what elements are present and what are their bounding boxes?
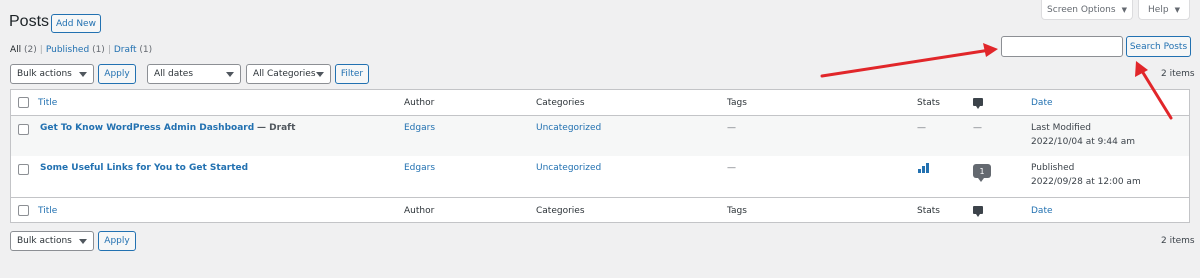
arrow-head-search-input bbox=[983, 43, 998, 57]
arrow-head-search-button bbox=[1135, 61, 1148, 77]
arrow-to-search-button bbox=[1140, 69, 1173, 120]
arrow-to-search-input bbox=[820, 48, 992, 78]
annotation-arrows bbox=[820, 43, 1173, 120]
